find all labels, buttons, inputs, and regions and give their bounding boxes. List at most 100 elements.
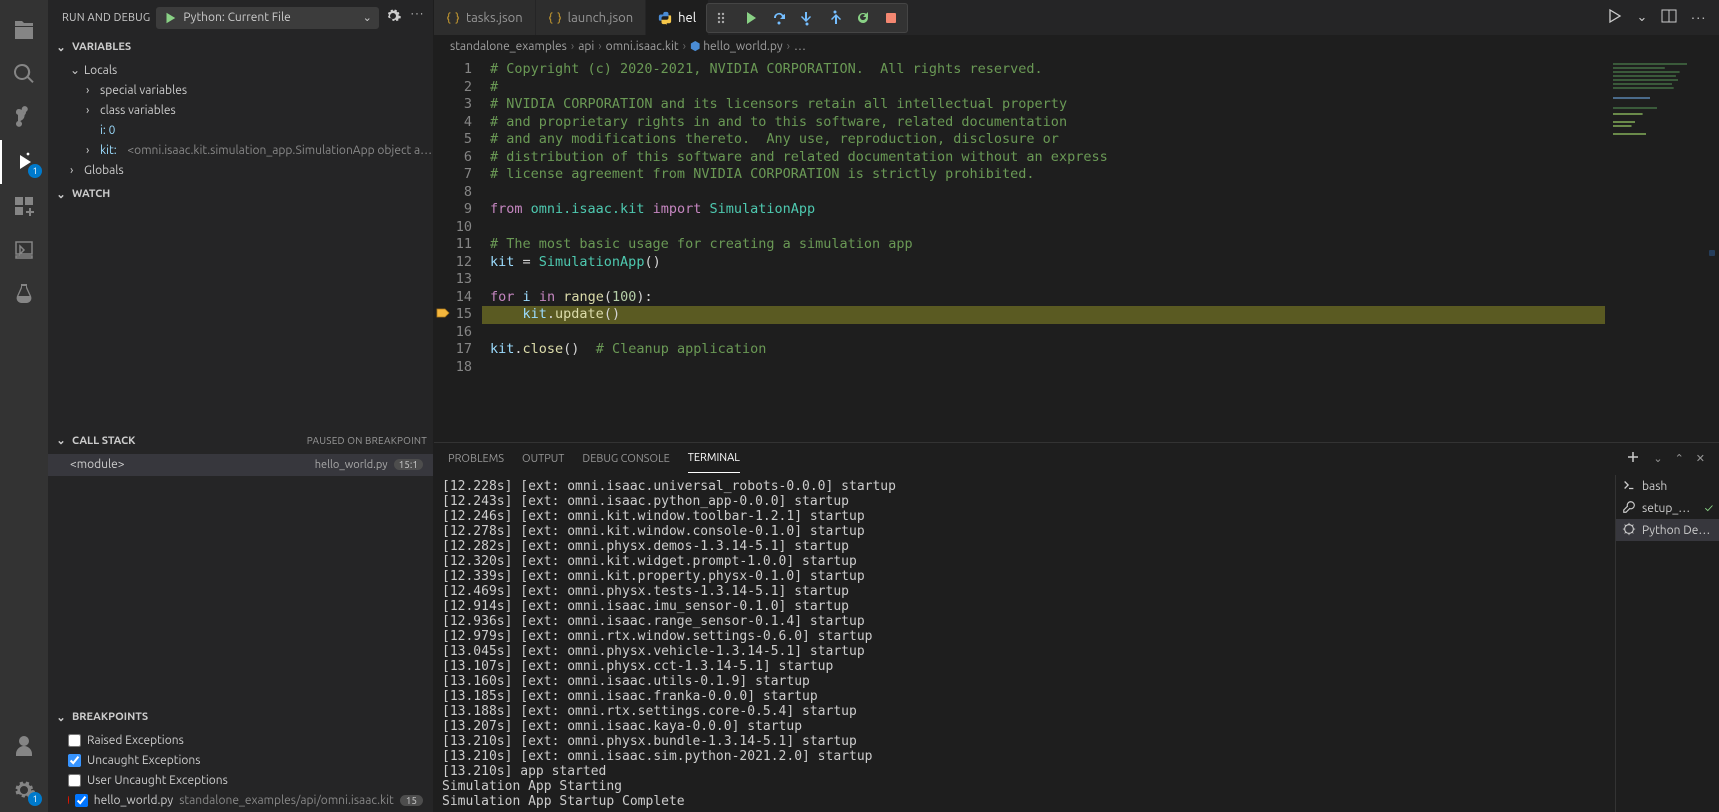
step-out-icon[interactable] — [824, 7, 846, 29]
code-area[interactable]: # Copyright (c) 2020-2021, NVIDIA CORPOR… — [482, 57, 1605, 442]
testing-icon[interactable] — [0, 272, 48, 316]
terminal-output[interactable]: [12.228s] [ext: omni.isaac.universal_rob… — [434, 475, 1615, 812]
panel-tab-terminal[interactable]: TERMINAL — [688, 444, 740, 473]
tab-hel[interactable]: hel — [646, 0, 709, 35]
gear-icon[interactable] — [385, 8, 401, 27]
code-line[interactable]: # Copyright (c) 2020-2021, NVIDIA CORPOR… — [482, 61, 1605, 79]
tab-tasks-json[interactable]: tasks.json — [434, 0, 536, 35]
chevron-right-icon: › — [787, 40, 790, 53]
breadcrumb-item[interactable]: … — [794, 40, 806, 53]
chevron-down-icon: ⌄ — [54, 41, 68, 54]
checkbox[interactable] — [68, 734, 81, 747]
code-line[interactable]: # — [482, 79, 1605, 97]
step-over-icon[interactable] — [768, 7, 790, 29]
close-icon[interactable]: ✕ — [1696, 452, 1705, 465]
code-line[interactable] — [482, 359, 1605, 377]
code-line[interactable]: # and any modifications thereto. Any use… — [482, 131, 1605, 149]
checkbox[interactable] — [68, 754, 81, 767]
code-line[interactable]: # distribution of this software and rela… — [482, 149, 1605, 167]
code-line[interactable]: kit = SimulationApp() — [482, 254, 1605, 272]
panel-tab-problems[interactable]: PROBLEMS — [448, 445, 504, 473]
minimap[interactable] — [1605, 57, 1705, 442]
terminal-item[interactable]: Python De… — [1616, 519, 1719, 541]
chevron-down-icon: ⌄ — [54, 434, 68, 447]
search-icon[interactable] — [0, 52, 48, 96]
terminal-item[interactable]: setup_…✓ — [1616, 497, 1719, 519]
more-icon[interactable]: ··· — [411, 8, 425, 27]
accounts-icon[interactable] — [0, 724, 48, 768]
bottom-panel: PROBLEMSOUTPUTDEBUG CONSOLETERMINAL ⌄ ⌃ … — [434, 442, 1719, 812]
terminal-item[interactable]: bash — [1616, 475, 1719, 497]
stop-icon[interactable] — [880, 7, 902, 29]
split-editor-icon[interactable] — [1661, 8, 1677, 27]
variables-header[interactable]: ⌄ VARIABLES — [48, 36, 433, 58]
code-line[interactable]: # license agreement from NVIDIA CORPORAT… — [482, 166, 1605, 184]
breakpoint-arrow-icon[interactable] — [436, 306, 450, 326]
var-class[interactable]: ›class variables — [48, 100, 433, 120]
code-line[interactable]: kit.close() # Cleanup application — [482, 341, 1605, 359]
remote-icon[interactable] — [0, 228, 48, 272]
var-kit[interactable]: ›kit: <omni.isaac.kit.simulation_app.Sim… — [48, 140, 433, 160]
code-line[interactable]: for i in range(100): — [482, 289, 1605, 307]
breakpoint-file[interactable]: hello_world.py standalone_examples/api/o… — [48, 790, 433, 810]
breadcrumbs[interactable]: standalone_examples › api › omni.isaac.k… — [434, 35, 1719, 57]
step-into-icon[interactable] — [796, 7, 818, 29]
variables-title: VARIABLES — [72, 41, 131, 53]
debug-toolbar[interactable] — [706, 3, 908, 33]
more-icon[interactable]: ··· — [1691, 11, 1707, 25]
code-line[interactable]: # The most basic usage for creating a si… — [482, 236, 1605, 254]
chevron-down-icon[interactable]: ⌄ — [1653, 452, 1662, 465]
breadcrumb-item[interactable]: api — [578, 40, 594, 53]
code-line[interactable] — [482, 324, 1605, 342]
breadcrumb-item[interactable]: omni.isaac.kit — [606, 40, 679, 53]
run-play-icon[interactable] — [1606, 8, 1622, 27]
breakpoint-option[interactable]: Raised Exceptions — [48, 730, 433, 750]
callstack-header[interactable]: ⌄ CALL STACK PAUSED ON BREAKPOINT — [48, 430, 433, 452]
code-line[interactable]: from omni.isaac.kit import SimulationApp — [482, 201, 1605, 219]
grip-icon[interactable] — [712, 7, 734, 29]
breakpoint-option[interactable]: Uncaught Exceptions — [48, 750, 433, 770]
breadcrumb-item[interactable]: standalone_examples — [450, 40, 567, 53]
watch-header[interactable]: ⌄ WATCH — [48, 183, 433, 205]
chevron-up-icon[interactable]: ⌃ — [1675, 452, 1684, 465]
scope-globals[interactable]: ›Globals — [48, 160, 433, 180]
restart-icon[interactable] — [852, 7, 874, 29]
frame-loc: 15:1 — [394, 459, 423, 470]
python-file-icon — [658, 11, 672, 25]
continue-icon[interactable] — [740, 7, 762, 29]
breakpoint-option[interactable]: User Uncaught Exceptions — [48, 770, 433, 790]
callstack-frame[interactable]: <module> hello_world.py 15:1 — [48, 454, 433, 476]
code-line[interactable] — [482, 271, 1605, 289]
breakpoints-title: BREAKPOINTS — [72, 711, 148, 723]
chevron-down-icon[interactable]: ⌄ — [1636, 10, 1647, 25]
settings-icon[interactable]: 1 — [0, 768, 48, 812]
panel-tab-debug-console[interactable]: DEBUG CONSOLE — [582, 445, 669, 473]
code-line[interactable] — [482, 219, 1605, 237]
code-line[interactable] — [482, 184, 1605, 202]
breadcrumb-item[interactable]: ⬢ hello_world.py — [690, 39, 783, 53]
scm-icon[interactable] — [0, 96, 48, 140]
var-special[interactable]: ›special variables — [48, 80, 433, 100]
code-line[interactable]: # and proprietary rights in and to this … — [482, 114, 1605, 132]
checkbox[interactable] — [75, 794, 88, 807]
new-terminal-icon[interactable] — [1625, 449, 1641, 468]
explorer-icon[interactable] — [0, 8, 48, 52]
checkbox[interactable] — [68, 774, 81, 787]
gutter[interactable]: 123456789101112131415161718 — [434, 57, 482, 442]
editor[interactable]: 123456789101112131415161718 # Copyright … — [434, 57, 1719, 442]
extensions-icon[interactable] — [0, 184, 48, 228]
tab-launch-json[interactable]: launch.json — [536, 0, 646, 35]
run-debug-icon[interactable]: 1 — [0, 140, 48, 184]
debug-config-selector[interactable]: Python: Current File ⌄ — [156, 7, 379, 29]
check-icon: ✓ — [1705, 502, 1713, 515]
breakpoints-header[interactable]: ⌄ BREAKPOINTS — [48, 706, 433, 728]
code-line[interactable]: # NVIDIA CORPORATION and its licensors r… — [482, 96, 1605, 114]
panel-tab-output[interactable]: OUTPUT — [522, 445, 564, 473]
scope-locals[interactable]: ⌄Locals — [48, 60, 433, 80]
overview-ruler[interactable] — [1705, 57, 1719, 442]
var-i[interactable]: i: 0 — [48, 120, 433, 140]
breakpoint-option-label: Raised Exceptions — [87, 734, 184, 747]
code-line[interactable]: kit.update() — [482, 306, 1605, 324]
frame-name: <module> — [70, 458, 125, 471]
debug-icon — [1622, 522, 1636, 539]
